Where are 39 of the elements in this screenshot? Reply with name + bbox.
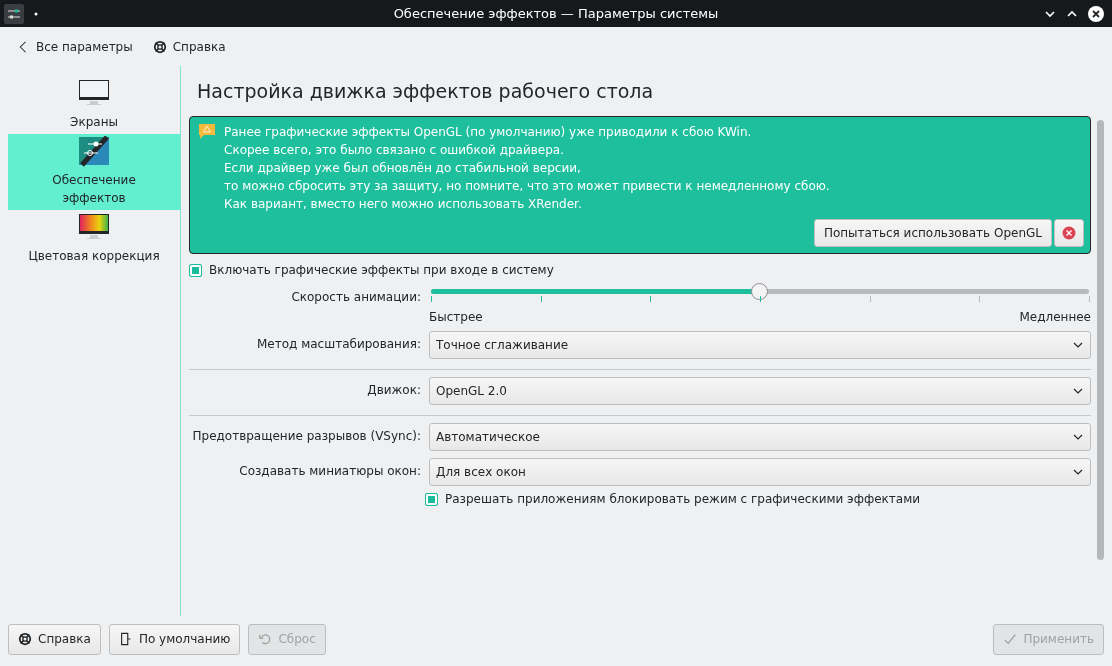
- lifebuoy-icon: [18, 632, 32, 646]
- close-icon: [1062, 226, 1076, 240]
- checkbox[interactable]: [189, 263, 202, 277]
- field-label: Движок:: [366, 382, 421, 399]
- dismiss-button[interactable]: [1054, 219, 1084, 247]
- page-title: Настройка движка эффектов рабочего стола: [197, 80, 655, 102]
- checkmark-icon: [1003, 632, 1018, 646]
- sidebar-item[interactable]: Цветовая коррекция: [8, 210, 180, 268]
- try-opengl-button[interactable]: Попытаться использовать OpenGL: [813, 219, 1052, 247]
- back-button[interactable]: Все параметры: [10, 35, 139, 58]
- document-icon: [118, 632, 133, 646]
- help-button[interactable]: Справка: [8, 623, 101, 655]
- sidebar-item[interactable]: Экраны: [8, 76, 180, 134]
- effects-settings-icon: [78, 136, 110, 168]
- field-label: Создавать миниатюры окон:: [238, 463, 421, 480]
- dropdown[interactable]: OpenGL 2.0: [429, 377, 1091, 405]
- dropdown[interactable]: Автоматическое: [429, 423, 1091, 451]
- checkbox-label: Включать графические эффекты при входе в систему: [209, 263, 554, 277]
- pin-dot-icon[interactable]: [34, 11, 38, 16]
- close-icon[interactable]: [1088, 5, 1104, 22]
- window-title: Обеспечение эффектов — Параметры системы: [393, 6, 719, 21]
- slider-min-label: Быстрее: [429, 310, 483, 324]
- defaults-button[interactable]: По умолчанию: [108, 623, 241, 655]
- checkbox-label: Разрешать приложениям блокировать режим с графическими эффектами: [445, 492, 921, 506]
- warning-text: Ранее графические эффекты OpenGL (по умолчанию) уже приводили к сбою KWin. Скорее всего, это было связано с ошибкой драйвера. Если драйвер уже был обновлён до стабильной версии, то можно сбросить эту за защиту, но помните, что это может привести к немедленному сбою. Как вариант, вместо него можно использовать XRender.: [224, 124, 830, 213]
- dropdown[interactable]: Точное сглаживание: [429, 331, 1091, 359]
- help-button[interactable]: Справка: [146, 35, 232, 58]
- slider-handle[interactable]: [751, 283, 768, 300]
- checkbox[interactable]: [425, 492, 438, 506]
- field-label: Скорость анимации:: [290, 289, 421, 306]
- lifebuoy-icon: [152, 39, 167, 54]
- settings-app-icon[interactable]: [4, 3, 24, 24]
- field-label: Метод масштабирования:: [256, 336, 421, 353]
- dropdown[interactable]: Для всех окон: [429, 458, 1091, 486]
- undo-icon: [258, 632, 273, 646]
- warning-icon: [198, 123, 216, 141]
- sidebar-item[interactable]: Обеспечение эффектов: [8, 134, 180, 210]
- slider-max-label: Медленнее: [1019, 310, 1091, 324]
- field-label: Предотвращение разрывов (VSync):: [191, 428, 421, 445]
